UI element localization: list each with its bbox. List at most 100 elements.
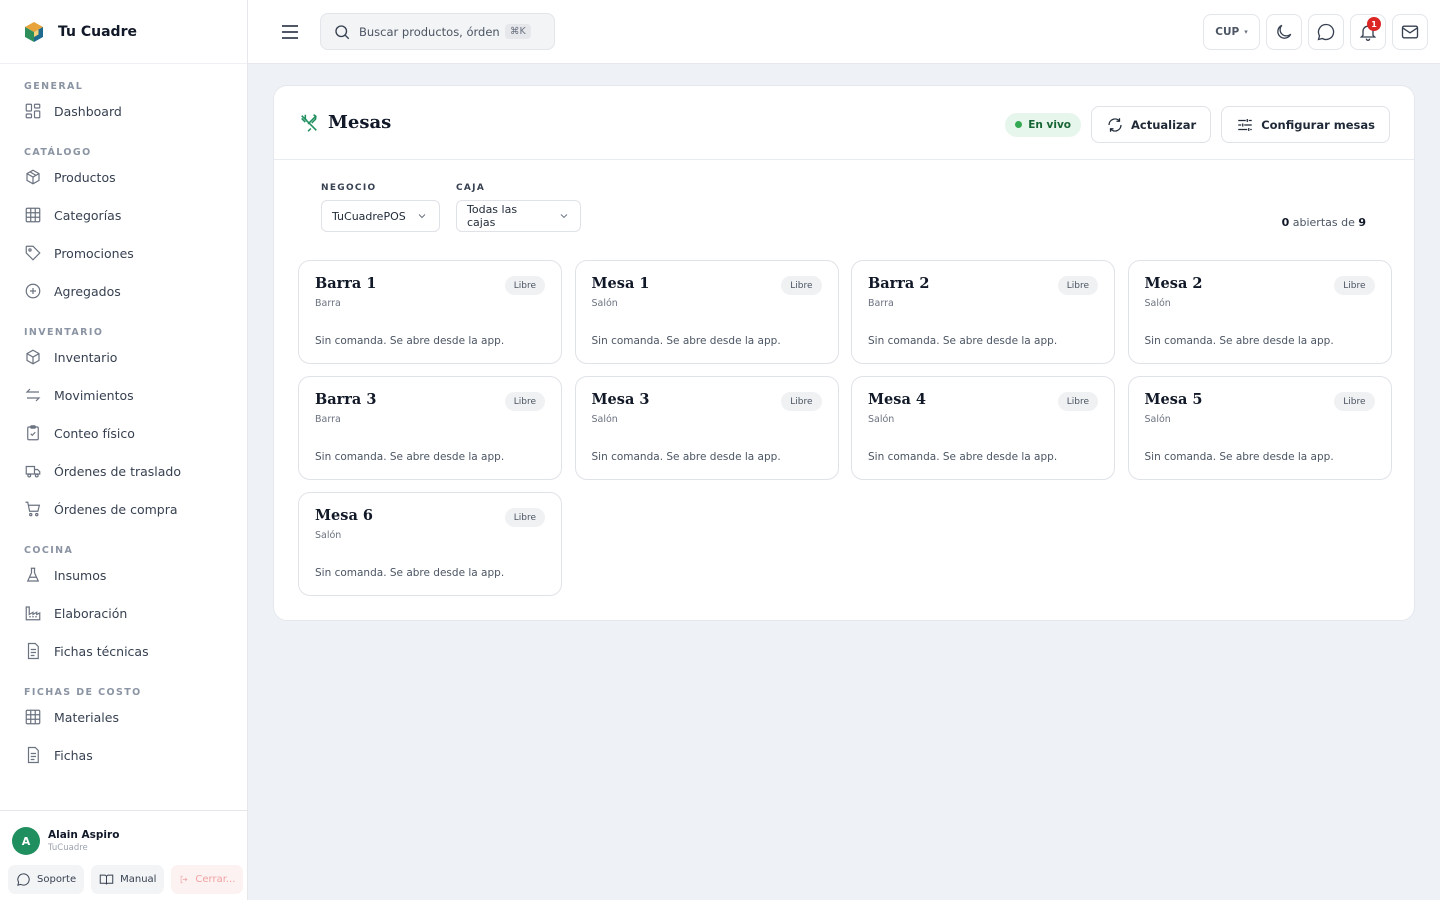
- table-card[interactable]: Barra 2 Barra Libre Sin comanda. Se abre…: [851, 260, 1115, 364]
- table-card[interactable]: Mesa 4 Salón Libre Sin comanda. Se abre …: [851, 376, 1115, 480]
- status-badge: Libre: [1057, 392, 1098, 411]
- dashboard-icon: [24, 102, 42, 120]
- sidebar-item-label: Promociones: [54, 245, 134, 261]
- factory-icon: [24, 604, 42, 622]
- notifications-button[interactable]: 1: [1350, 14, 1386, 50]
- sidebar-item-label: Inventario: [54, 349, 118, 365]
- table-card[interactable]: Mesa 2 Salón Libre Sin comanda. Se abre …: [1127, 260, 1392, 364]
- table-note: Sin comanda. Se abre desde la app.: [315, 451, 505, 463]
- utensils-icon: [301, 113, 317, 132]
- section-title-inventario: INVENTARIO: [24, 327, 104, 338]
- status-badge: Libre: [504, 276, 545, 295]
- document-icon: [24, 642, 42, 660]
- logout-button[interactable]: Cerrar...: [171, 865, 244, 894]
- configure-tables-button[interactable]: Configurar mesas: [1221, 106, 1390, 143]
- total-count: 9: [1358, 216, 1366, 229]
- table-card[interactable]: Barra 3 Barra Libre Sin comanda. Se abre…: [298, 376, 562, 480]
- table-zone: Salón: [315, 530, 342, 541]
- document-icon: [24, 746, 42, 764]
- sidebar-item-conteo-fisico[interactable]: Conteo físico: [0, 414, 247, 452]
- sidebar-item-dashboard[interactable]: Dashboard: [0, 92, 247, 130]
- chat-icon: [17, 873, 30, 886]
- currency-label: CUP: [1215, 26, 1240, 38]
- register-select-value: Todas las cajas: [467, 203, 518, 229]
- table-card[interactable]: Barra 1 Barra Libre Sin comanda. Se abre…: [298, 260, 562, 364]
- book-icon: [99, 874, 114, 885]
- sidebar-item-label: Fichas: [54, 747, 93, 763]
- grid-icon: [24, 708, 42, 726]
- table-note: Sin comanda. Se abre desde la app.: [315, 567, 505, 579]
- support-button[interactable]: Soporte: [8, 865, 85, 894]
- section-title-cocina: COCINA: [24, 545, 74, 556]
- clipboard-icon: [24, 424, 42, 442]
- sidebar-item-movimientos[interactable]: Movimientos: [0, 376, 247, 414]
- logout-icon: [181, 875, 188, 884]
- sliders-icon: [1238, 118, 1252, 131]
- user-name: Alain Aspiro: [48, 829, 120, 841]
- register-filter-label: CAJA: [456, 183, 486, 193]
- sidebar-item-fichas-tecnicas[interactable]: Fichas técnicas: [0, 632, 247, 670]
- section-title-catalogo: CATÁLOGO: [24, 147, 92, 158]
- search-input[interactable]: [359, 24, 499, 39]
- sidebar-item-elaboracion[interactable]: Elaboración: [0, 594, 247, 632]
- theme-toggle-button[interactable]: [1266, 14, 1302, 50]
- table-card[interactable]: Mesa 6 Salón Libre Sin comanda. Se abre …: [298, 492, 562, 596]
- sidebar: Tu Cuadre GENERAL Dashboard CATÁLOGO Pro…: [0, 0, 248, 900]
- filters: NEGOCIO TuCuadrePOS CAJA Todas las cajas: [321, 183, 581, 232]
- sidebar-item-label: Insumos: [54, 567, 107, 583]
- sidebar-item-ordenes-traslado[interactable]: Órdenes de traslado: [0, 452, 247, 490]
- table-card[interactable]: Mesa 5 Salón Libre Sin comanda. Se abre …: [1127, 376, 1392, 480]
- register-select[interactable]: Todas las cajas: [456, 200, 581, 232]
- status-badge: Libre: [504, 392, 545, 411]
- table-zone: Salón: [1144, 298, 1171, 309]
- mail-button[interactable]: [1392, 14, 1428, 50]
- sidebar-item-fichas[interactable]: Fichas: [0, 736, 247, 774]
- sidebar-item-agregados[interactable]: Agregados: [0, 272, 247, 310]
- status-badge: Libre: [781, 392, 822, 411]
- moon-icon: [1277, 24, 1292, 39]
- tag-icon: [24, 244, 42, 262]
- business-select[interactable]: TuCuadrePOS: [321, 200, 440, 232]
- search-box[interactable]: ⌘K: [320, 13, 555, 50]
- sidebar-item-materiales[interactable]: Materiales: [0, 698, 247, 736]
- summary-text: abiertas de: [1289, 216, 1359, 229]
- refresh-icon: [1108, 117, 1122, 132]
- panel-header: Mesas En vivo Actualizar Configurar mesa…: [274, 86, 1414, 160]
- menu-toggle-button[interactable]: [278, 20, 302, 44]
- table-zone: Salón: [591, 414, 618, 425]
- table-zone: Barra: [868, 298, 894, 309]
- sidebar-item-categorias[interactable]: Categorías: [0, 196, 247, 234]
- status-badge: Libre: [781, 276, 822, 295]
- sidebar-item-label: Fichas técnicas: [54, 643, 149, 659]
- sidebar-item-inventario[interactable]: Inventario: [0, 338, 247, 376]
- status-badge: Libre: [1334, 392, 1375, 411]
- sidebar-item-productos[interactable]: Productos: [0, 158, 247, 196]
- table-note: Sin comanda. Se abre desde la app.: [591, 451, 781, 463]
- sidebar-item-promociones[interactable]: Promociones: [0, 234, 247, 272]
- sidebar-item-label: Categorías: [54, 207, 122, 223]
- sidebar-item-ordenes-compra[interactable]: Órdenes de compra: [0, 490, 247, 528]
- support-label: Soporte: [37, 874, 77, 885]
- sidebar-item-label: Órdenes de compra: [54, 501, 178, 517]
- refresh-button[interactable]: Actualizar: [1091, 106, 1212, 143]
- notification-badge: 1: [1367, 17, 1381, 31]
- section-title-general: GENERAL: [24, 81, 84, 92]
- sidebar-item-insumos[interactable]: Insumos: [0, 556, 247, 594]
- messages-button[interactable]: [1308, 14, 1344, 50]
- tables-panel: Mesas En vivo Actualizar Configurar mesa…: [273, 85, 1415, 621]
- chevron-down-icon: [418, 214, 426, 219]
- table-card[interactable]: Mesa 3 Salón Libre Sin comanda. Se abre …: [574, 376, 839, 480]
- manual-button[interactable]: Manual: [91, 865, 165, 894]
- user-info[interactable]: A Alain Aspiro TuCuadre: [0, 811, 247, 861]
- table-zone: Salón: [1144, 414, 1171, 425]
- chevron-down-icon: [560, 214, 568, 219]
- table-card[interactable]: Mesa 1 Salón Libre Sin comanda. Se abre …: [574, 260, 839, 364]
- search-shortcut: ⌘K: [505, 24, 531, 39]
- currency-selector[interactable]: CUP ▾: [1203, 14, 1260, 50]
- user-panel: A Alain Aspiro TuCuadre Soporte Manual C…: [0, 810, 247, 900]
- table-note: Sin comanda. Se abre desde la app.: [1144, 451, 1334, 463]
- brand-name: Tu Cuadre: [58, 23, 137, 40]
- business-filter-label: NEGOCIO: [321, 183, 377, 193]
- table-zone: Barra: [315, 298, 341, 309]
- brand[interactable]: Tu Cuadre: [0, 0, 247, 64]
